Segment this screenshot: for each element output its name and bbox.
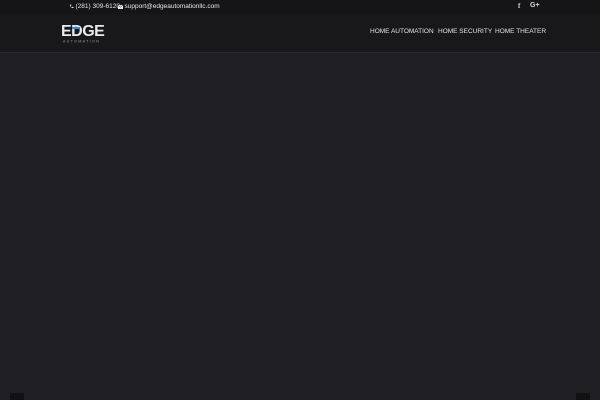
envelope-icon [118,4,123,9]
email-address[interactable]: support@edgeautomationllc.com [125,3,220,10]
nav-home-security[interactable]: HOME SECURITY [438,28,492,35]
svg-text:AUTOMATION: AUTOMATION [63,40,100,44]
slider-next-arrow[interactable] [576,393,590,400]
phone-number[interactable]: (281) 309-6120 [76,3,120,10]
phone-contact[interactable]: (281) 309-6120 [69,3,120,10]
top-bar: (281) 309-6120 support@edgeautomationllc… [0,0,600,14]
phone-icon [69,4,74,9]
email-contact[interactable]: support@edgeautomationllc.com [118,3,220,10]
nav-home-theater[interactable]: HOME THEATER [495,28,546,35]
slider-prev-arrow[interactable] [10,393,24,400]
google-plus-icon[interactable]: G+ [530,2,540,9]
site-header: EDGE AUTOMATION HOME AUTOMATION HOME SEC… [0,14,600,53]
edge-automation-logo[interactable]: EDGE AUTOMATION [61,21,110,45]
facebook-icon[interactable]: f [518,2,520,10]
svg-text:EDGE: EDGE [61,23,105,40]
hero-slider [0,53,600,400]
nav-home-automation[interactable]: HOME AUTOMATION [370,28,434,35]
